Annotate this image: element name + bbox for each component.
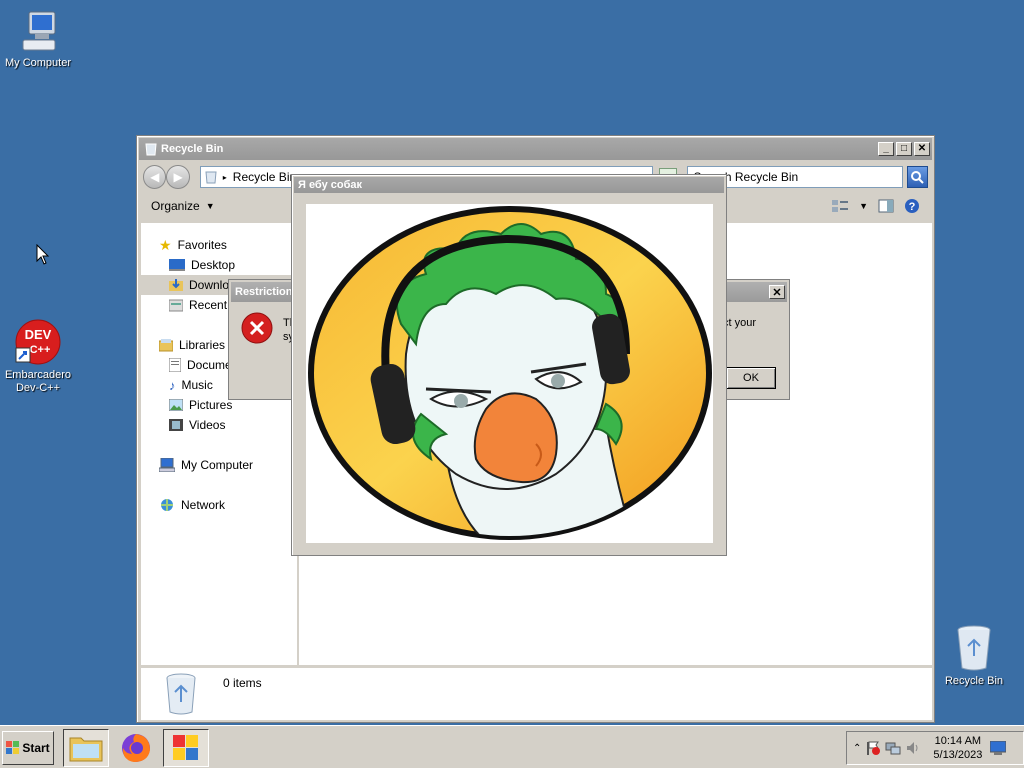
show-desktop-icon[interactable]	[990, 741, 1007, 755]
goose-with-headphones-image	[308, 206, 712, 540]
music-icon: ♪	[169, 377, 176, 393]
star-icon: ★	[159, 236, 172, 253]
taskbar: Start ⌃ 10:14 AM 5/13/2023	[0, 725, 1024, 768]
dialog-close-button[interactable]: ✕	[769, 285, 785, 299]
maximize-button[interactable]: □	[896, 142, 912, 156]
help-icon[interactable]: ?	[904, 198, 920, 214]
view-dropdown-icon[interactable]: ▼	[859, 201, 868, 211]
desktop-icon-label: My Computer	[4, 57, 72, 69]
goose-image	[306, 204, 713, 543]
devcpp-icon: DEV C++	[15, 319, 61, 365]
clock-date: 5/13/2023	[933, 749, 983, 761]
clock[interactable]: 10:14 AM 5/13/2023	[933, 734, 982, 762]
app-window-icon	[173, 735, 198, 760]
back-button[interactable]: ◀	[143, 165, 167, 189]
taskbar-explorer-button[interactable]	[63, 729, 109, 767]
taskbar-firefox-button[interactable]	[113, 729, 159, 767]
view-options-icon[interactable]	[831, 199, 849, 213]
downloads-folder-icon	[169, 279, 183, 291]
folder-icon	[69, 737, 103, 762]
address-text: Recycle Bin	[232, 170, 297, 184]
popup-title: Я ебу собак	[298, 179, 363, 191]
svg-text:?: ?	[909, 201, 916, 213]
firefox-icon	[122, 734, 150, 762]
close-button[interactable]: ✕	[914, 142, 930, 156]
desktop-icon-recycle-bin[interactable]: Recycle Bin	[936, 624, 1012, 688]
minimize-button[interactable]: _	[878, 142, 894, 156]
recycle-bin-icon	[957, 625, 991, 671]
volume-icon[interactable]	[905, 740, 921, 756]
nav-favorites[interactable]: ★ Favorites	[141, 235, 297, 255]
nav-videos[interactable]: Videos	[141, 415, 297, 435]
libraries-icon	[159, 339, 173, 352]
popup-titlebar[interactable]: Я ебу собак	[294, 177, 724, 193]
start-button[interactable]: Start	[2, 731, 54, 765]
documents-icon	[169, 358, 181, 372]
nav-my-computer[interactable]: My Computer	[141, 455, 297, 475]
windows-logo-icon	[6, 741, 20, 754]
desktop-icon-label: Embarcadero Dev-C++	[4, 369, 72, 394]
preview-pane-icon[interactable]	[878, 199, 894, 213]
error-icon	[241, 312, 273, 344]
nav-desktop[interactable]: Desktop	[141, 255, 297, 275]
network-icon	[161, 499, 173, 511]
computer-small-icon	[159, 458, 175, 472]
videos-icon	[169, 419, 183, 431]
show-hidden-icons-button[interactable]: ⌃	[853, 743, 861, 754]
desktop-icon-label: Recycle Bin	[944, 675, 1004, 687]
network-tray-icon[interactable]	[885, 740, 901, 756]
taskbar-app-button[interactable]	[163, 729, 209, 767]
pictures-icon	[169, 399, 183, 411]
item-count: 0 items	[223, 676, 262, 690]
nav-network[interactable]: Network	[141, 495, 297, 515]
system-tray: ⌃ 10:14 AM 5/13/2023	[846, 731, 1024, 765]
organize-button[interactable]: Organize ▼	[151, 199, 215, 213]
window-title: Recycle Bin	[161, 143, 224, 155]
desktop-folder-icon	[169, 259, 185, 271]
recycle-bin-small-icon	[205, 171, 217, 184]
ok-button[interactable]: OK	[726, 367, 776, 389]
recycle-bin-small-icon	[145, 143, 157, 156]
action-center-flag-icon[interactable]	[865, 740, 881, 756]
chevron-right-icon: ▸	[222, 172, 227, 182]
forward-button[interactable]: ▶	[166, 165, 190, 189]
dialog-message-tail: ct your	[723, 317, 757, 329]
chevron-down-icon: ▼	[205, 201, 215, 211]
image-popup-window[interactable]: Я ебу собак	[291, 174, 727, 556]
start-label: Start	[22, 741, 50, 755]
search-icon	[911, 171, 924, 184]
details-pane: 0 items	[141, 668, 932, 720]
svg-text:DEV: DEV	[25, 327, 52, 342]
clock-time: 10:14 AM	[934, 735, 982, 747]
computer-icon	[22, 11, 56, 51]
recent-places-icon	[169, 299, 183, 312]
search-button[interactable]	[906, 166, 928, 188]
desktop-icon-devcpp[interactable]: DEV C++ Embarcadero Dev-C++	[0, 318, 76, 395]
desktop-icon-my-computer[interactable]: My Computer	[0, 10, 76, 70]
organize-label: Organize	[151, 199, 200, 213]
recycle-bin-large-icon	[166, 673, 196, 715]
svg-text:C++: C++	[30, 344, 51, 356]
explorer-titlebar[interactable]: Recycle Bin _ □ ✕	[139, 138, 932, 160]
mouse-cursor-icon	[36, 244, 50, 265]
dialog-title: Restrictions	[235, 286, 299, 298]
